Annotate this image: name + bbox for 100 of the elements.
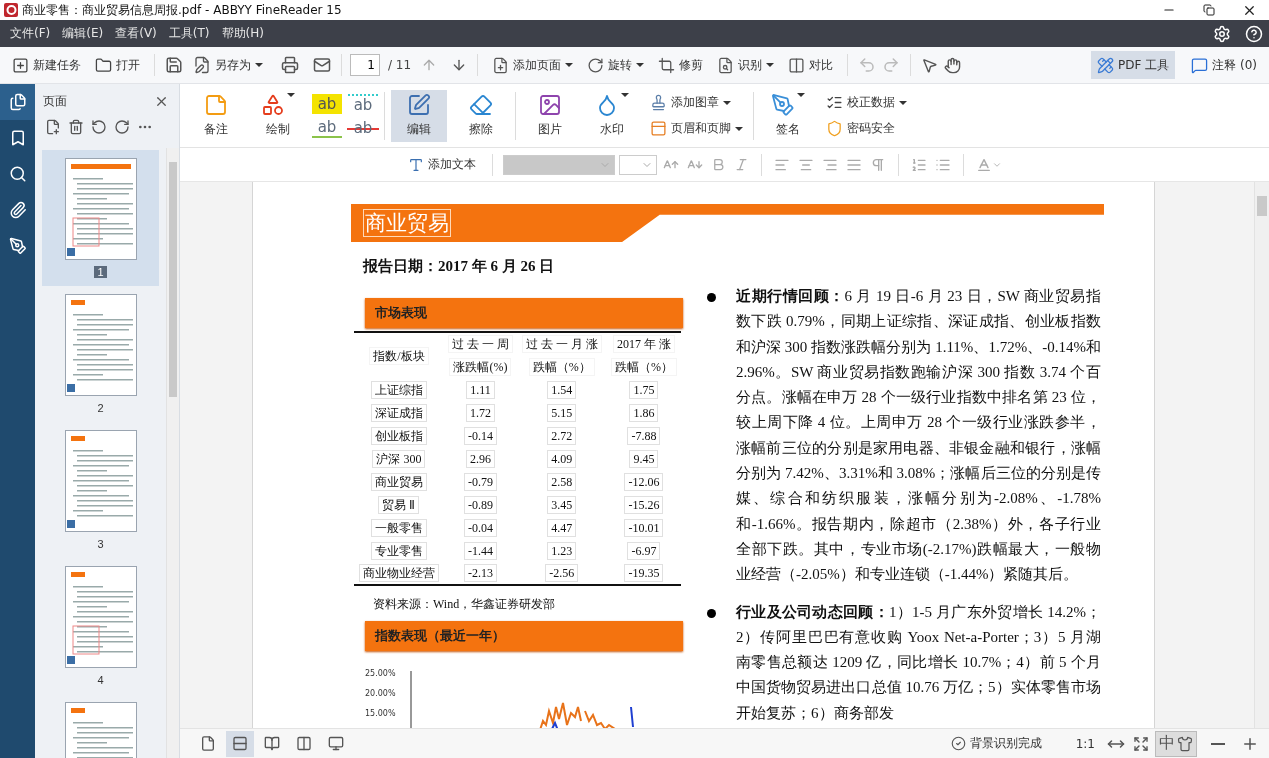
undo-icon [858, 56, 877, 74]
bullet-icon [707, 608, 716, 618]
markup-tool[interactable]: ab [348, 93, 378, 114]
columns-icon [296, 735, 312, 752]
ribbon-button[interactable]: 签名 [760, 89, 816, 142]
table-cell: -19.35 [624, 564, 664, 582]
menu-item[interactable]: 文件(F) [4, 20, 57, 47]
page-thumbnail-item[interactable]: 4 [42, 558, 159, 694]
table-cell: -6.97 [627, 541, 661, 560]
page-total: / 11 [388, 58, 412, 72]
column-header: 指数/板块 [369, 346, 429, 365]
menu-item[interactable]: 查看(V) [109, 20, 163, 47]
rotate-right-button[interactable] [112, 117, 132, 137]
bullet-icon [707, 293, 716, 302]
print-button[interactable] [279, 54, 301, 76]
ribbon-button[interactable]: 校正数据 [822, 91, 911, 114]
add-text-button[interactable]: 添加文本 [402, 150, 482, 179]
mode-tab[interactable]: 注释 (0) [1185, 51, 1263, 79]
picture-icon [538, 93, 562, 117]
save-icon [165, 56, 183, 74]
app-logo [4, 3, 18, 17]
menu-item[interactable]: 工具(T) [162, 20, 216, 47]
toolbar-button[interactable]: 打开 [89, 51, 146, 79]
shield-icon [826, 120, 843, 137]
close-icon [154, 94, 169, 109]
table-cell: 2.72 [547, 426, 577, 445]
text-cursor-icon [408, 156, 424, 173]
page-thumbnail-item[interactable]: 3 [42, 422, 159, 558]
table-cell: 1.75 [629, 380, 659, 399]
rotate-right-icon [114, 119, 130, 135]
toolbar-button[interactable]: 对比 [782, 51, 840, 79]
table-cell: 上证综指 [370, 380, 427, 399]
table-cell: 2.96 [465, 449, 495, 468]
ribbon-button[interactable]: 图片 [522, 89, 578, 142]
toolbar-button[interactable]: 旋转 [581, 51, 651, 79]
continuous-icon [232, 735, 248, 752]
table-cell: 1.86 [629, 403, 659, 422]
ribbon-button[interactable]: 备注 [188, 89, 244, 142]
ribbon-button[interactable]: 擦除 [453, 89, 509, 142]
toolbar-button[interactable]: 修剪 [652, 51, 710, 79]
rotate-left-icon [91, 119, 107, 135]
numbered-list-icon [911, 156, 927, 173]
text-color-icon [976, 156, 992, 173]
page-label: 2 [96, 402, 105, 414]
table-cell: -0.14 [463, 426, 497, 445]
view-mode-button[interactable] [226, 730, 254, 757]
ribbon-button[interactable]: 编辑 [391, 89, 447, 142]
file-plus-icon [45, 119, 61, 135]
file-plus-icon [492, 56, 510, 74]
check-circle-icon [950, 736, 966, 751]
rotate-icon [587, 56, 605, 74]
table-cell: -0.89 [463, 495, 497, 514]
table-cell: 4.47 [547, 518, 577, 537]
rotate-left-button[interactable] [89, 117, 109, 137]
scrollbar[interactable] [166, 148, 179, 758]
toolbar-button[interactable]: 添加页面 [486, 51, 580, 79]
markup-tool[interactable]: ab [312, 93, 342, 114]
save-as-button[interactable]: 另存为 [187, 51, 269, 79]
ribbon-button[interactable]: 绘制 [250, 89, 306, 142]
table-cell: 1.72 [465, 403, 495, 422]
axis-label: 15.00% [365, 709, 397, 718]
ribbon-button[interactable]: 密码安全 [822, 117, 911, 140]
table-cell: -10.01 [624, 518, 664, 537]
section-heading: 指数表现（最近一年） [375, 627, 505, 645]
panel-title: 页面 [43, 93, 67, 110]
expand-icon [1133, 735, 1149, 752]
input-method-bar[interactable]: 中 [1155, 730, 1197, 757]
column-header: 2017 年 涨 [612, 335, 675, 353]
column-header: 跌幅（%） [610, 357, 677, 376]
toolbar-button[interactable]: 新建任务 [6, 51, 87, 79]
header-footer-icon [650, 120, 667, 137]
menu-item[interactable]: 帮助(H) [215, 20, 270, 47]
table-cell: 1.11 [466, 380, 495, 399]
shirt-icon [1177, 735, 1193, 752]
toolbar-button[interactable]: 识别 [711, 51, 781, 79]
sidebar-tab[interactable] [0, 84, 35, 120]
scrollbar[interactable] [1254, 182, 1269, 728]
redo-icon [882, 56, 901, 74]
paragraph: 行业及公司动态回顾：1）1-5 月广东外贸增长 14.2%；2）传阿里巴巴有意收购 Yoox Net-a-Porter；3）5 月湖南零售总额达 1209 亿，同比增长 10.7%；4）前 5 个月中国货物贸易进出口总值 10.76 万亿；5）实体零售市场开始复苏；6）商务部发 [736, 602, 1101, 723]
axis-label: 25.00% [365, 669, 397, 678]
page-number-field[interactable]: 1 [350, 54, 380, 76]
screen-icon [328, 735, 344, 752]
ribbon-button[interactable]: 页眉和页脚 [646, 117, 747, 140]
table-cell: 2.58 [547, 472, 577, 491]
ribbon-button[interactable]: 添加图章 [646, 91, 747, 114]
ribbon-button[interactable]: 水印 [584, 89, 640, 142]
actual-size-button[interactable]: 1:1 [1069, 729, 1101, 758]
trash-icon [68, 119, 84, 135]
mode-tab[interactable]: PDF 工具 [1091, 51, 1176, 79]
page-label: 4 [96, 674, 105, 686]
pilcrow-icon [870, 156, 886, 173]
page-thumbnail-item[interactable]: 1 [42, 150, 159, 286]
table-cell: 1.54 [547, 380, 577, 399]
page-thumbnail-item[interactable]: 2 [42, 286, 159, 422]
paragraph: 近期行情回顾：6 月 19 日-6 月 23 日，SW 商业贸易指数下跌 0.79%，同期上证综指、深证成指、创业板指数和沪深 300 指数涨跌幅分别为 1.11%、1.72%、-0.14%和 2.96%。SW 商业贸易指数跑输沪深 300 指数 3.74 个百分点。涨幅在申万 28 个一级行业指数中排名第 23 位，较上周下降 4 位。上周申万 28 个一级行业涨跌参半，涨幅前三位的分别是家用电器、非银金融和银行，涨幅分别为 7.42%、3.31%和 3.08%；涨幅后三位的分别是传媒、综合和纺织服装，涨幅分别为-2.08%、-1.78%和-1.66%。报告期内，除超市（2.38%）外，各子行业全部下跌。其中，专业市场(-2.17%)跌幅最大，一般物业经营（-2.05%）和专业连锁（-1.44%）紧随其后。 [736, 287, 1101, 585]
source-note: 资料来源：Wind，华鑫证券研发部 [373, 596, 557, 613]
markup-tool[interactable]: ab [312, 117, 342, 138]
recognition-status: 背景识别完成 [969, 735, 1042, 752]
italic-icon [734, 157, 749, 172]
menu-item[interactable]: 编辑(E) [56, 20, 110, 47]
